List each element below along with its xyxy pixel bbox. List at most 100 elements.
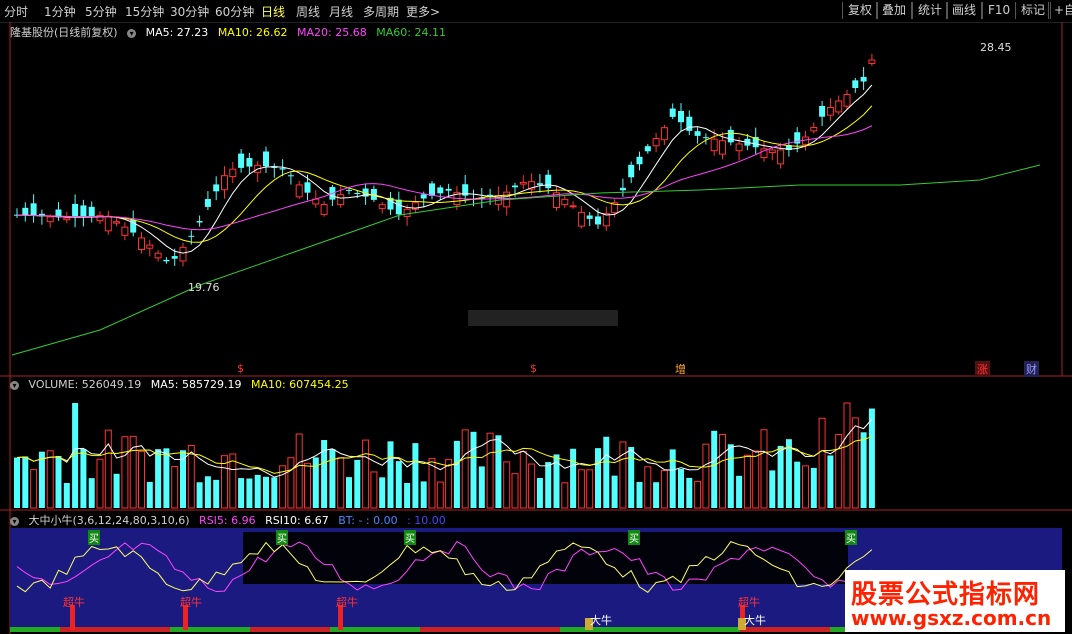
volume-bar <box>88 478 95 508</box>
volume-bar <box>794 461 801 508</box>
candle-body <box>346 189 352 191</box>
volume-ma10-value: MA10: 607454.25 <box>250 378 349 391</box>
volume-bar <box>545 462 552 508</box>
volume-bar <box>254 474 261 508</box>
candle-body <box>636 156 643 165</box>
buy-signal-3: 买 <box>404 530 416 545</box>
volume-bar <box>304 462 311 509</box>
candle-body <box>121 226 129 236</box>
volume-bar <box>561 482 569 509</box>
volume-bar <box>238 478 245 508</box>
bt-value: BT: - : 0.00 <box>338 514 398 527</box>
event-marker-dollar-2[interactable]: $ <box>530 362 537 375</box>
candle-body <box>644 146 651 152</box>
volume-bar <box>461 429 469 509</box>
volume-bar <box>14 457 20 508</box>
candle-body <box>354 192 361 194</box>
volume-bar <box>196 482 203 508</box>
volume-ma5-line <box>16 418 873 478</box>
candle-body <box>279 168 286 170</box>
volume-bar <box>810 467 817 508</box>
super-bull-signal-3: 超牛 <box>336 596 358 609</box>
candle-body <box>263 151 269 167</box>
candle-body <box>445 188 452 191</box>
volume-bar <box>719 433 726 509</box>
candle-body <box>512 185 518 188</box>
volume-bar <box>329 449 336 508</box>
volume-bar <box>263 476 269 508</box>
volume-ma5-value: MA5: 585729.19 <box>150 378 242 391</box>
ma10-line <box>16 105 873 243</box>
volume-bar <box>785 439 792 508</box>
volume-bar <box>536 477 543 508</box>
volume-bar <box>802 465 809 509</box>
volume-bar <box>827 455 834 508</box>
low-price-label: 19.76 <box>188 281 220 294</box>
candle-body <box>868 59 876 64</box>
signal-segment <box>250 627 330 632</box>
volume-bar <box>478 466 485 508</box>
signal-segment <box>330 627 420 632</box>
big-bull-signal-1: 大牛 <box>590 614 612 627</box>
volume-bar <box>63 482 70 508</box>
volume-bars <box>14 402 875 509</box>
volume-bar <box>163 448 170 508</box>
ma60-value: MA60: 24.11 <box>376 26 446 39</box>
ma5-value: MA5: 27.23 <box>145 26 209 39</box>
candle-body <box>694 131 701 136</box>
volume-settings-icon[interactable]: ▾ <box>10 380 19 390</box>
candle-body <box>63 217 71 221</box>
volume-bar <box>519 450 527 509</box>
volume-bar <box>694 480 702 509</box>
candle-body <box>843 94 851 107</box>
volume-bar <box>669 449 676 508</box>
candle-body <box>852 80 859 89</box>
volume-bar <box>121 436 129 509</box>
event-marker-dollar-1[interactable]: $ <box>237 362 244 375</box>
candle-body <box>46 216 54 223</box>
candle-body <box>88 206 95 217</box>
volume-bar <box>686 477 693 508</box>
volume-bar <box>453 440 460 508</box>
volume-bar <box>295 433 303 509</box>
candle-body <box>835 100 843 113</box>
candle-body <box>826 107 834 116</box>
volume-bar <box>155 449 162 508</box>
kline-chart[interactable] <box>0 0 1072 634</box>
high-price-label: 28.45 <box>980 41 1012 54</box>
volume-bar <box>379 477 386 508</box>
volume-bar <box>22 456 29 508</box>
volume-bar <box>229 453 237 509</box>
volume-bar <box>412 443 419 508</box>
candle-body <box>188 235 195 237</box>
candle-body <box>561 198 569 206</box>
candle-body <box>171 256 178 259</box>
candle-body <box>678 111 684 123</box>
candle-body <box>437 187 444 194</box>
volume-bar <box>436 481 444 509</box>
volume-bar <box>636 482 643 508</box>
candle-body <box>395 199 402 215</box>
volume-bar <box>138 451 145 509</box>
volume-bar <box>387 441 394 508</box>
candle-body <box>22 207 29 216</box>
event-marker-rise[interactable]: 涨 <box>975 361 990 377</box>
buy-signal-2: 买 <box>276 530 288 545</box>
event-marker-increase[interactable]: 增 <box>675 361 686 377</box>
indicator-legend: ▾ 大中小牛(3,6,12,24,80,3,10,6) RSI5: 6.96 R… <box>10 512 452 528</box>
volume-bar <box>146 481 153 508</box>
volume-bar <box>818 417 826 509</box>
volume-bar <box>30 469 38 509</box>
stock-title: 隆基股份(日线前复权) <box>10 26 118 39</box>
volume-bar <box>96 458 104 509</box>
volume-bar <box>271 477 278 508</box>
event-marker-finance[interactable]: 财 <box>1024 361 1039 377</box>
candle-body <box>777 149 785 165</box>
volume-bar <box>528 463 536 509</box>
candle-body <box>295 184 303 198</box>
indicator-settings-icon[interactable]: ▾ <box>10 516 19 526</box>
settings-icon[interactable]: ▾ <box>127 28 137 38</box>
volume-bar <box>104 429 112 509</box>
volume-bar <box>577 469 585 509</box>
signal-segment <box>60 627 170 632</box>
